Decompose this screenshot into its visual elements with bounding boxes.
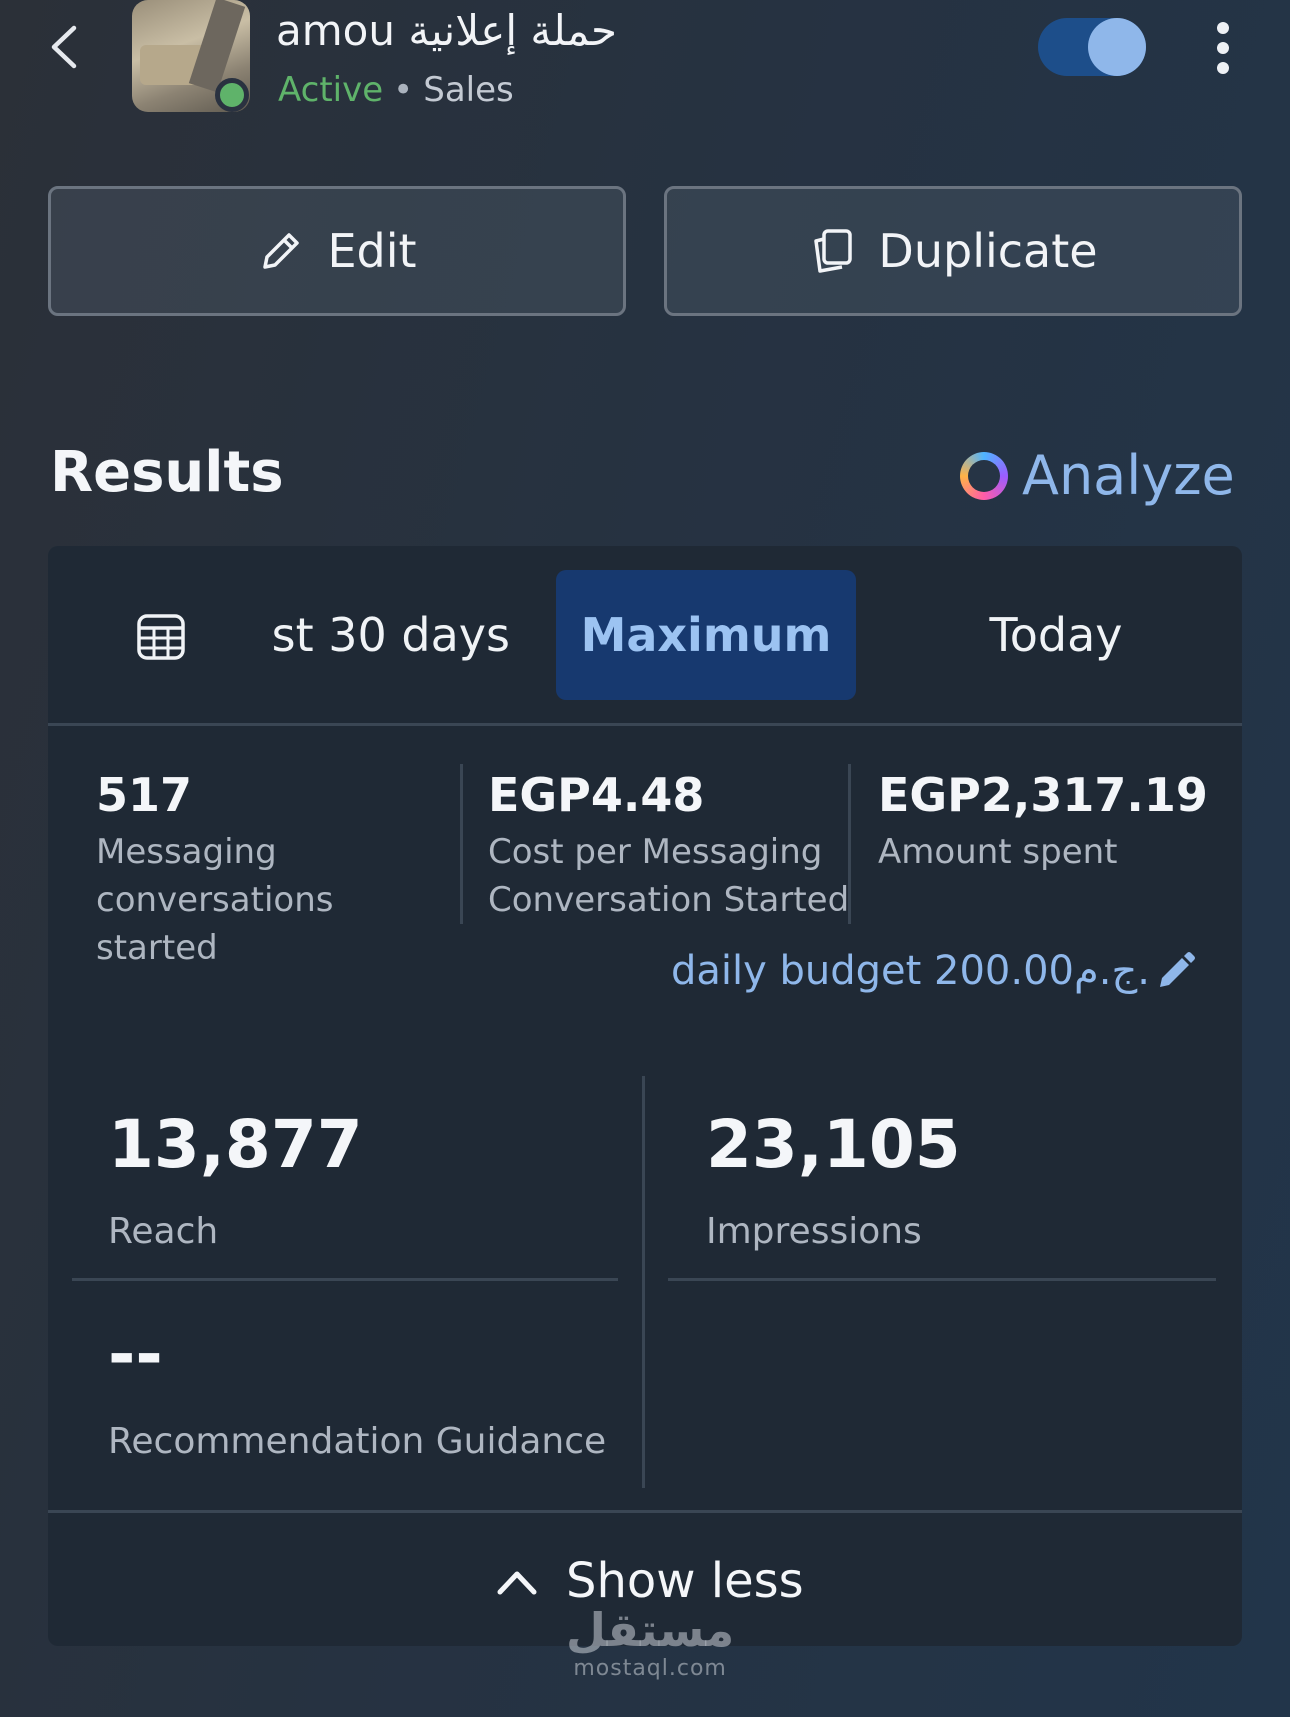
divider (668, 1278, 1216, 1281)
copy-icon (814, 229, 853, 273)
duplicate-button[interactable]: Duplicate (664, 186, 1242, 316)
recommendation-stat: -- Recommendation Guidance (108, 1316, 606, 1462)
daily-budget-text: daily budget 200.00ج.م. (670, 948, 1150, 994)
campaign-subtitle: Active • Sales (278, 70, 514, 110)
objective-label: Sales (423, 70, 514, 110)
impressions-label: Impressions (706, 1211, 922, 1252)
watermark: مستقل mostaql.com (566, 1604, 734, 1681)
reach-stat: 13,877 Reach (108, 1106, 363, 1252)
impressions-value: 23,105 (706, 1106, 961, 1183)
date-range-tabs: st 30 days Maximum Today (48, 546, 1242, 726)
tab-maximum[interactable]: Maximum (556, 570, 856, 700)
edit-button[interactable]: Edit (48, 186, 626, 316)
reach-value: 13,877 (108, 1106, 363, 1183)
active-status-dot (215, 78, 249, 112)
watermark-latin: mostaql.com (573, 1656, 727, 1681)
more-vertical-icon (1210, 22, 1236, 74)
analyze-label: Analyze (1022, 444, 1235, 507)
show-less-button[interactable]: Show less (496, 1553, 804, 1609)
divider (848, 764, 851, 924)
chevron-up-icon (497, 1571, 537, 1595)
status-label: Active (278, 70, 384, 110)
campaign-title: amou حملة إعلانية (276, 6, 618, 55)
metric-label: Cost per Messaging Conversation Started (488, 832, 850, 920)
divider (460, 764, 463, 924)
results-title: Results (50, 440, 284, 505)
ai-ring-icon (960, 451, 1008, 500)
back-button[interactable] (44, 22, 84, 72)
pencil-fill-icon (1160, 952, 1195, 987)
metric-label: Amount spent (878, 832, 1118, 872)
metric-value: EGP2,317.19 (878, 768, 1208, 822)
metric-label: Messaging conversations started (96, 832, 334, 968)
results-card: st 30 days Maximum Today 517 Messaging c… (48, 546, 1242, 1646)
pencil-icon (263, 233, 300, 269)
analyze-button[interactable]: Analyze (960, 444, 1235, 507)
divider (72, 1278, 618, 1281)
chevron-left-icon (51, 25, 77, 69)
calendar-icon[interactable] (136, 612, 186, 662)
metric-messaging-conversations: 517 Messaging conversations started (96, 768, 456, 972)
campaign-toggle[interactable] (1038, 18, 1146, 76)
more-options-button[interactable] (1210, 22, 1236, 74)
edit-label: Edit (327, 224, 417, 278)
watermark-arabic: مستقل (566, 1603, 735, 1657)
divider (642, 1076, 645, 1488)
metric-amount-spent: EGP2,317.19 Amount spent (878, 768, 1238, 876)
metric-value: 517 (96, 768, 193, 822)
reach-label: Reach (108, 1211, 219, 1252)
metric-cost-per-conversation: EGP4.48 Cost per Messaging Conversation … (488, 768, 868, 924)
recommendation-label: Recommendation Guidance (108, 1421, 607, 1462)
tab-today[interactable]: Today (886, 570, 1226, 700)
impressions-stat: 23,105 Impressions (706, 1106, 961, 1252)
recommendation-value: -- (108, 1316, 163, 1393)
duplicate-label: Duplicate (878, 224, 1098, 278)
separator: • (393, 70, 414, 110)
metric-value: EGP4.48 (488, 768, 705, 822)
show-less-label: Show less (566, 1553, 804, 1609)
tab-last-30-days[interactable]: st 30 days (188, 570, 528, 700)
daily-budget-link[interactable]: daily budget 200.00ج.م. (671, 948, 1196, 994)
toggle-knob (1088, 18, 1146, 76)
